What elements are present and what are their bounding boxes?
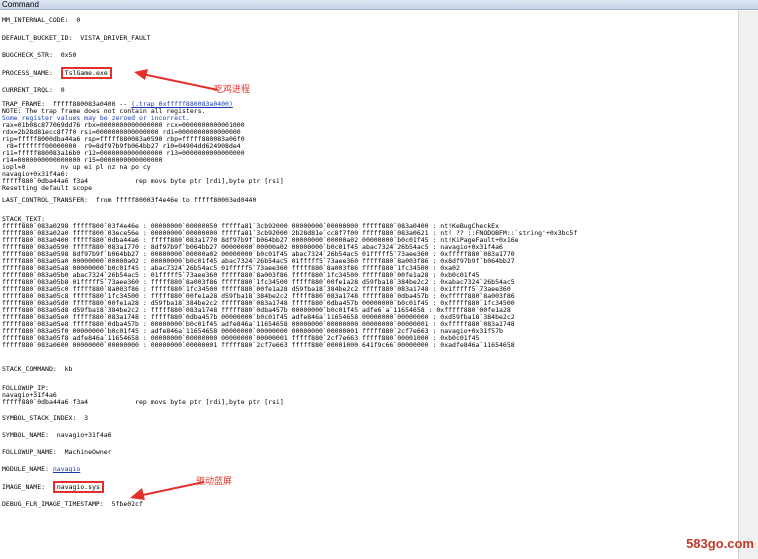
output-line: DEFAULT_BUCKET_ID: VISTA_DRIVER_FAULT xyxy=(2,35,151,42)
highlighted-value: TslGame.exe xyxy=(60,67,112,79)
output-line: SYMBOL_STACK_INDEX: 3 xyxy=(2,415,88,422)
annotation-process: 吃鸡进程 xyxy=(214,85,251,95)
output-line: SYMBOL_NAME: navagio+31f4a6 xyxy=(2,432,112,439)
annotation-image: 驱动蓝屏 xyxy=(196,477,233,487)
output-line-text: FOLLOWUP_NAME: MachineOwner xyxy=(2,448,112,456)
command-output[interactable]: MM_INTERNAL_CODE: 0 DEFAULT_BUCKET_ID: VI… xyxy=(0,11,738,559)
output-line-text: SYMBOL_NAME: navagio+31f4a6 xyxy=(2,431,112,439)
output-line-text: CURRENT_IRQL: 0 xyxy=(2,86,65,94)
debugger-link[interactable]: navagio xyxy=(53,465,80,473)
output-line: IMAGE_NAME: navagio.sys xyxy=(2,481,104,493)
output-line: BUGCHECK_STR: 0x50 xyxy=(2,52,76,59)
window-title: Command xyxy=(2,0,39,9)
window-title-bar: Command xyxy=(0,0,758,10)
site-watermark: 583go.com xyxy=(686,536,754,551)
output-line: CURRENT_IRQL: 0 xyxy=(2,87,65,94)
arrow-image-annotation xyxy=(130,481,205,500)
output-line-text: fffff880`083a0600 00000000`00000000 : 00… xyxy=(2,341,515,349)
output-line-text: fffff880`0dba44a6 f3a4 rep movs byte ptr… xyxy=(2,398,284,406)
output-line: STACK_COMMAND: kb xyxy=(2,366,72,373)
output-line-text: MODULE_NAME: xyxy=(2,465,53,473)
output-line-text: STACK_COMMAND: kb xyxy=(2,365,73,373)
output-line-prefix: PROCESS_NAME: xyxy=(2,69,61,77)
output-line-text: Resetting default scope xyxy=(2,184,93,192)
output-line: PROCESS_NAME: TslGame.exe xyxy=(2,67,112,79)
output-line-text: BUGCHECK_STR: 0x50 xyxy=(2,51,77,59)
output-line: FOLLOWUP_NAME: MachineOwner xyxy=(2,449,112,456)
output-line: LAST_CONTROL_TRANSFER: from fffff80003f4… xyxy=(2,197,256,204)
output-line-text: LAST_CONTROL_TRANSFER: from fffff80003f4… xyxy=(2,196,257,204)
output-line: fffff880`0dba44a6 f3a4 rep movs byte ptr… xyxy=(2,399,284,406)
arrow-process-annotation xyxy=(134,69,219,91)
output-line-prefix: IMAGE_NAME: xyxy=(2,483,53,491)
output-line-text: SYMBOL_STACK_INDEX: 3 xyxy=(2,414,89,422)
output-line-text: MM_INTERNAL_CODE: 0 xyxy=(2,16,81,24)
output-line-text: DEFAULT_BUCKET_ID: VISTA_DRIVER_FAULT xyxy=(2,34,151,42)
output-line: MM_INTERNAL_CODE: 0 xyxy=(2,17,80,24)
vertical-scrollbar[interactable] xyxy=(738,11,758,559)
output-line: Resetting default scope xyxy=(2,185,92,192)
output-line: fffff880`083a0600 00000000`00000000 : 00… xyxy=(2,342,515,349)
output-line: MODULE_NAME: navagio xyxy=(2,466,80,473)
highlighted-value: navagio.sys xyxy=(52,481,104,493)
